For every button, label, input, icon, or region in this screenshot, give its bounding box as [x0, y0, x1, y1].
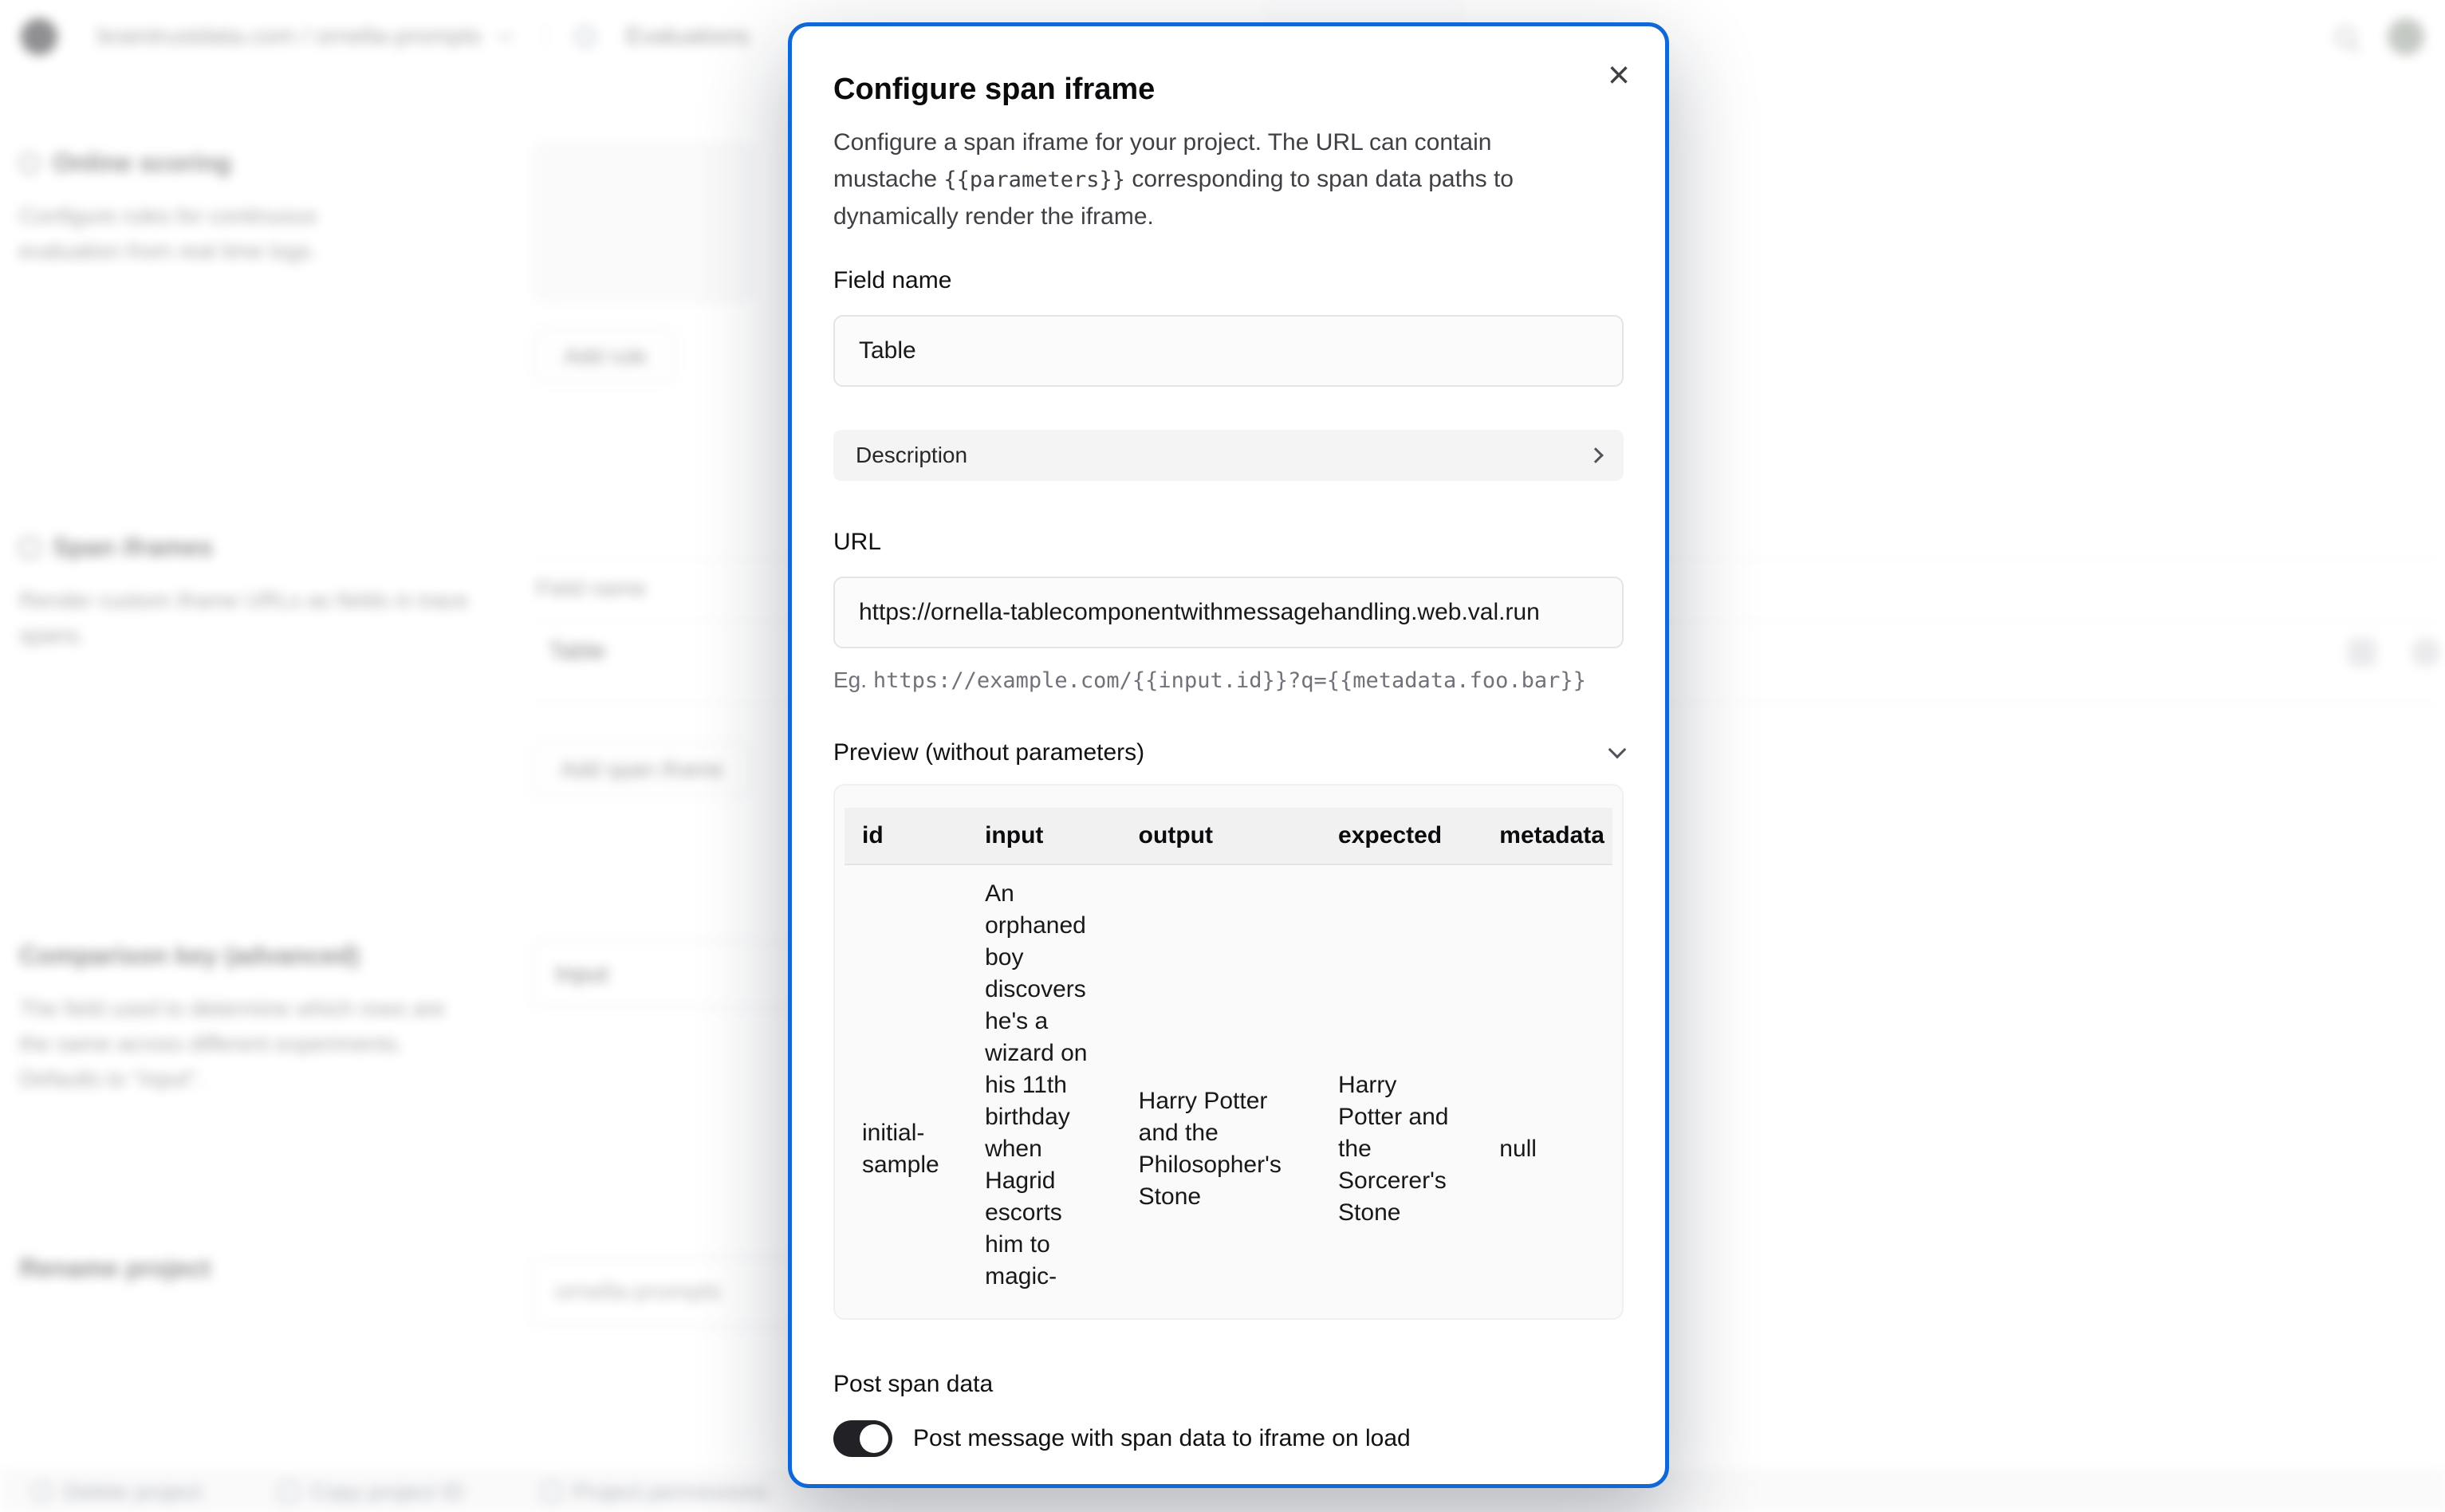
close-icon[interactable]: ×	[1608, 57, 1630, 95]
column-header-id: id	[845, 808, 967, 864]
section-online-scoring: Online scoring Configure rules for conti…	[19, 148, 514, 269]
cell-input-text: An orphaned boy discovers he's a wizard …	[985, 878, 1104, 1320]
search-icon[interactable]	[2335, 26, 2356, 47]
modal-title: Configure span iframe	[833, 73, 1624, 107]
section-comparison-key: Comparison key (advanced) The field used…	[19, 941, 514, 1097]
avatar[interactable]	[2388, 18, 2424, 55]
section-description: Render custom iframe URLs as fields in t…	[19, 583, 482, 653]
slash-circle-icon	[32, 1482, 53, 1502]
description-accordion-label: Description	[856, 443, 967, 468]
section-span-iframes: Span iframes Render custom iframe URLs a…	[19, 533, 514, 653]
modal-description: Configure a span iframe for your project…	[833, 124, 1599, 235]
online-scoring-icon	[19, 153, 40, 174]
iframe-preview: id input output expected metadata initia…	[833, 784, 1624, 1320]
section-rename-project: Rename project	[19, 1254, 514, 1283]
cell-input: An orphaned boy discovers he's a wizard …	[967, 864, 1121, 1320]
topbar-divider	[545, 22, 546, 51]
column-header-input: input	[967, 808, 1121, 864]
chevron-right-icon	[1588, 447, 1604, 463]
tab-evaluations[interactable]: Evaluations	[626, 23, 750, 50]
comparison-key-value: Input	[555, 961, 608, 988]
bell-icon[interactable]	[575, 26, 596, 47]
topbar-right	[2335, 0, 2424, 73]
post-span-toggle-row: Post message with span data to iframe on…	[833, 1420, 1624, 1457]
add-rule-button[interactable]: Add rule	[533, 329, 678, 384]
header-action-button[interactable]	[1266, 0, 1461, 22]
field-name-label: Field name	[833, 267, 1624, 294]
trash-icon[interactable]	[2412, 638, 2440, 667]
add-span-iframe-button[interactable]: Add span iframe	[531, 742, 753, 797]
column-header-metadata: metadata	[1482, 808, 1612, 864]
section-description: The field used to determine which rows a…	[19, 991, 482, 1097]
copy-project-id-button[interactable]: Copy project ID	[278, 1479, 464, 1505]
url-hint-prefix: Eg.	[833, 667, 873, 692]
column-header-expected: expected	[1321, 808, 1482, 864]
configure-span-iframe-modal: × Configure span iframe Configure a span…	[788, 22, 1669, 1488]
description-accordion[interactable]: Description	[833, 430, 1624, 481]
lock-icon	[541, 1482, 561, 1502]
url-hint: Eg. https://example.com/{{input.id}}?q={…	[833, 667, 1624, 693]
copy-icon	[278, 1482, 299, 1502]
online-scoring-empty-panel	[531, 140, 758, 304]
chevron-down-icon[interactable]	[497, 25, 514, 41]
delete-project-button[interactable]: Delete project	[32, 1479, 202, 1505]
table-header-row: id input output expected metadata	[845, 808, 1612, 864]
rename-project-value: ornella-prompts	[555, 1278, 721, 1305]
cell-id: initial-sample	[845, 864, 967, 1320]
preview-table: id input output expected metadata initia…	[845, 808, 1612, 1320]
project-permissions-label: Project permissions	[573, 1479, 767, 1505]
section-title: Span iframes	[53, 533, 213, 562]
section-description: Configure rules for continuous evaluatio…	[19, 199, 386, 269]
project-permissions-button[interactable]: Project permissions	[541, 1479, 767, 1505]
preview-toggle-row[interactable]: Preview (without parameters)	[833, 739, 1624, 766]
chevron-down-icon	[1608, 741, 1627, 759]
span-iframes-icon	[19, 537, 40, 558]
column-header-output: output	[1121, 808, 1321, 864]
toggle-knob	[860, 1424, 888, 1453]
parameters-code: {{parameters}}	[943, 167, 1125, 192]
org-logo[interactable]	[21, 18, 57, 55]
post-span-toggle[interactable]	[833, 1420, 892, 1457]
url-label: URL	[833, 529, 1624, 556]
row-actions	[2348, 638, 2440, 667]
section-title: Online scoring	[53, 148, 231, 178]
post-span-toggle-label: Post message with span data to iframe on…	[913, 1425, 1411, 1452]
section-title: Rename project	[19, 1254, 211, 1283]
cell-metadata: null	[1482, 864, 1612, 1320]
cell-expected: Harry Potter and the Sorcerer's Stone	[1321, 864, 1482, 1320]
copy-project-id-label: Copy project ID	[310, 1479, 464, 1505]
cell-output: Harry Potter and the Philosopher's Stone	[1121, 864, 1321, 1320]
field-name-column-header: Field name	[536, 576, 647, 601]
span-iframe-row-name[interactable]: Table	[549, 638, 606, 665]
post-span-data-label: Post span data	[833, 1371, 1624, 1398]
edit-icon[interactable]	[2348, 638, 2376, 667]
preview-label: Preview (without parameters)	[833, 739, 1144, 766]
url-hint-example: https://example.com/{{input.id}}?q={{met…	[873, 668, 1586, 693]
section-title: Comparison key (advanced)	[19, 941, 360, 971]
table-row: initial-sample An orphaned boy discovers…	[845, 864, 1612, 1320]
breadcrumb[interactable]: braintrustdata.com / ornella-prompts	[97, 23, 482, 50]
field-name-input[interactable]	[833, 315, 1624, 387]
url-input[interactable]	[833, 577, 1624, 648]
delete-project-label: Delete project	[64, 1479, 202, 1505]
